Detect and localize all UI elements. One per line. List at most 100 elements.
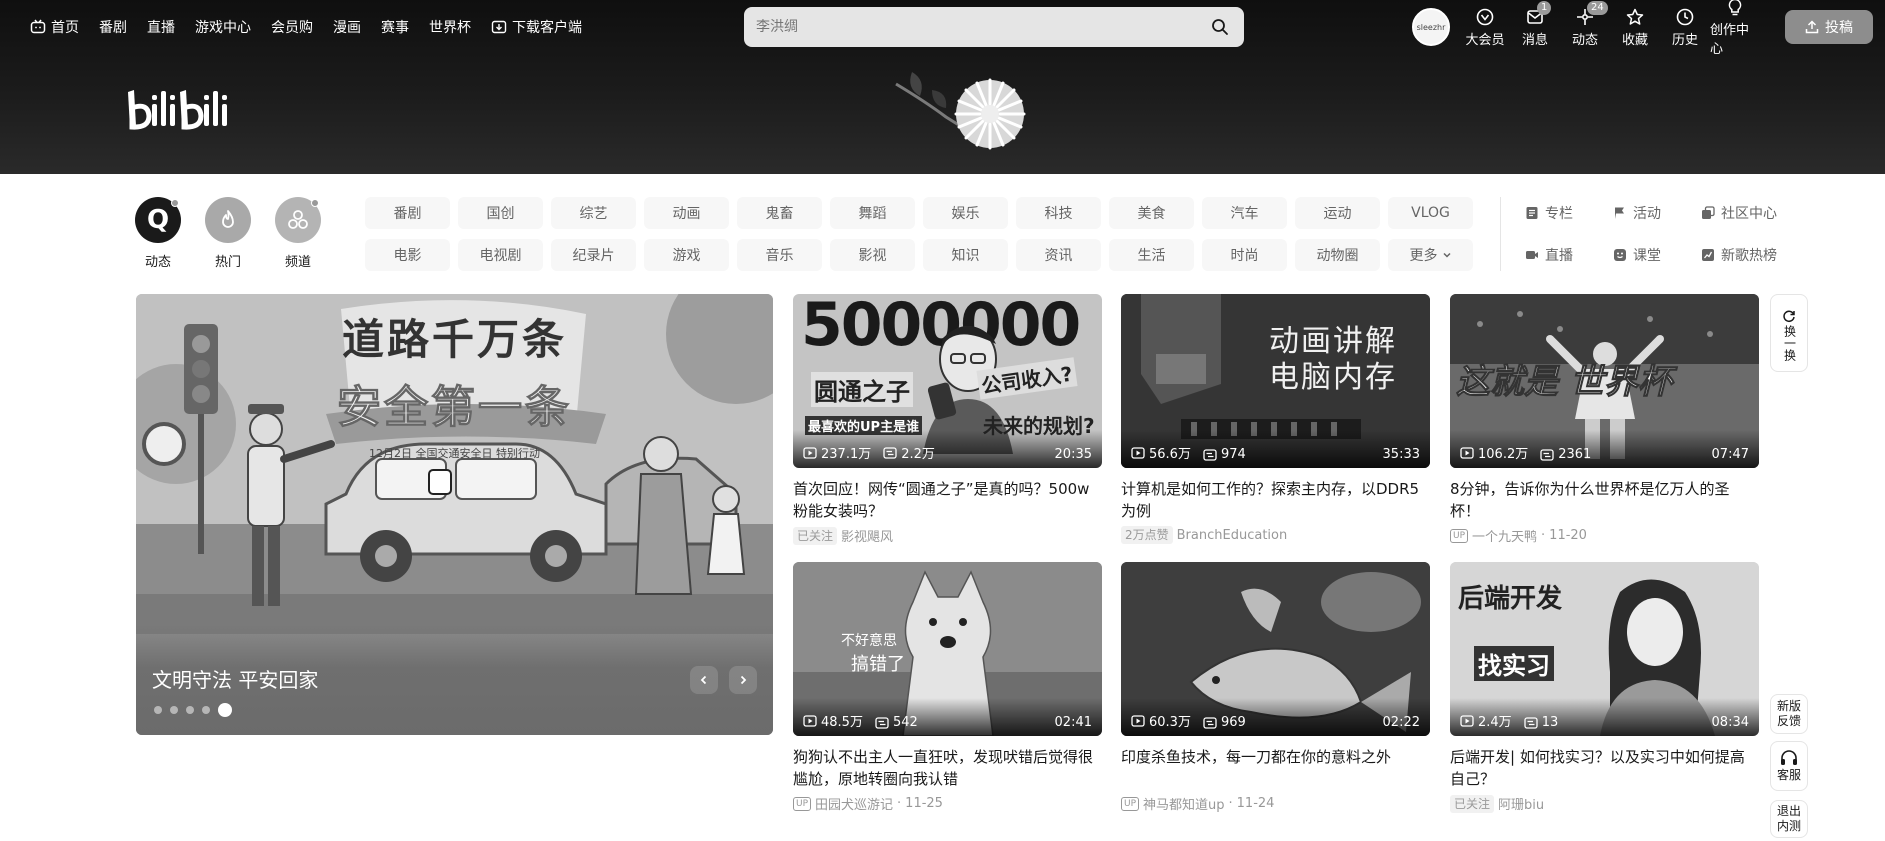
nav-creator-center[interactable]: 创作中心	[1710, 0, 1760, 57]
video-title[interactable]: 计算机是如何工作的？探索主内存，以DDR5为例	[1121, 478, 1430, 522]
video-title[interactable]: 8分钟，告诉你为什么世界杯是亿万人的圣杯！	[1450, 478, 1759, 522]
channel-item[interactable]: 影视	[830, 239, 915, 271]
video-author[interactable]: 一个九天鸭	[1472, 526, 1537, 545]
video-duration: 07:47	[1711, 447, 1749, 462]
exit-beta-button[interactable]: 退出内测	[1770, 800, 1808, 838]
carousel-dot-active[interactable]	[218, 703, 232, 717]
channel-item[interactable]: 汽车	[1202, 197, 1287, 229]
nav-bangumi[interactable]: 番剧	[89, 0, 137, 54]
nav-vip[interactable]: 大会员	[1460, 7, 1510, 48]
channel-item[interactable]: 动画	[644, 197, 729, 229]
channel-item[interactable]: 知识	[923, 239, 1008, 271]
nav-history[interactable]: 历史	[1660, 7, 1710, 48]
carousel-dot[interactable]	[202, 706, 210, 714]
video-thumbnail[interactable]: 这就是 世界杯 106.2万 2361 07:47	[1450, 294, 1759, 468]
nav-dynamic[interactable]: 24 动态	[1560, 0, 1610, 48]
refresh-button[interactable]: 换一换	[1770, 294, 1808, 372]
video-thumbnail[interactable]: 60.3万 969 02:22	[1121, 562, 1430, 736]
channel-item[interactable]: 舞蹈	[830, 197, 915, 229]
video-card[interactable]: 5000000 圆通之子 公司收入? 最喜欢的UP主是谁 未来的规划? 237.…	[793, 294, 1102, 545]
channel-item[interactable]: 番剧	[365, 197, 450, 229]
channel-item[interactable]: 游戏	[644, 239, 729, 271]
smile-icon	[1614, 249, 1626, 261]
channel-item[interactable]: 电影	[365, 239, 450, 271]
link-live[interactable]: 直播	[1525, 239, 1605, 271]
video-card[interactable]: 动画讲解 电脑内存 56.6万 974 35:33 计算机是如何工作的？探索主内…	[1121, 294, 1430, 544]
feedback-button[interactable]: 新版反馈	[1770, 694, 1808, 734]
link-community[interactable]: 社区中心	[1701, 197, 1801, 229]
nav-live[interactable]: 直播	[137, 0, 185, 54]
extra-label: 活动	[1633, 206, 1661, 222]
carousel-dot[interactable]	[170, 706, 178, 714]
nav-download-client[interactable]: 下载客户端	[481, 0, 592, 54]
video-author[interactable]: 影视飓风	[841, 526, 893, 545]
video-author[interactable]: 阿珊biu	[1498, 794, 1544, 813]
nav-match[interactable]: 赛事	[371, 0, 419, 54]
channel-item[interactable]: 美食	[1109, 197, 1194, 229]
carousel-title[interactable]: 文明守法 平安回家	[152, 664, 318, 693]
customer-service-button[interactable]: 客服	[1770, 741, 1808, 791]
video-card[interactable]: 不好意思 搞错了 48.5万 542 02:41 狗狗认不出主人一直狂吠，发现吠…	[793, 562, 1102, 813]
views-text: 60.3万	[1149, 715, 1191, 730]
channel-more[interactable]: 更多	[1388, 239, 1473, 271]
channel-item[interactable]: 国创	[458, 197, 543, 229]
thumb-caption: 找实习	[1474, 646, 1554, 681]
carousel-prev-button[interactable]	[690, 666, 718, 694]
nav-worldcup[interactable]: 世界杯	[419, 0, 481, 54]
video-card[interactable]: 这就是 世界杯 106.2万 2361 07:47 8分钟，告诉你为什么世界杯是…	[1450, 294, 1759, 545]
carousel-next-button[interactable]	[729, 666, 757, 694]
header-banner: 首页 番剧 直播 游戏中心 会员购 漫画 赛事 世界杯 下载客户端 sleezh…	[0, 0, 1885, 174]
search-button[interactable]	[1208, 15, 1232, 39]
channel-item[interactable]: 资讯	[1016, 239, 1101, 271]
nav-home[interactable]: 首页	[20, 0, 89, 54]
nav-game-center[interactable]: 游戏中心	[185, 0, 261, 54]
search-icon	[1212, 19, 1228, 35]
video-title[interactable]: 狗狗认不出主人一直狂吠，发现吠错后觉得很尴尬，原地转圈向我认错	[793, 746, 1102, 790]
carousel-dot[interactable]	[154, 706, 162, 714]
upload-button[interactable]: 投稿	[1785, 10, 1873, 44]
channel-item[interactable]: 鬼畜	[737, 197, 822, 229]
avatar[interactable]: sleezhr	[1412, 8, 1450, 46]
video-author[interactable]: 田园犬巡游记	[815, 794, 893, 813]
video-thumbnail[interactable]: 不好意思 搞错了 48.5万 542 02:41	[793, 562, 1102, 736]
quick-hot[interactable]: 热门	[198, 197, 258, 270]
channel-label: 纪录片	[572, 248, 615, 264]
view-count: 60.3万	[1131, 711, 1191, 730]
video-card[interactable]: 60.3万 969 02:22 印度杀鱼技术，每一刀都在你的意料之外 UP 神马…	[1121, 562, 1430, 813]
channel-item[interactable]: 科技	[1016, 197, 1101, 229]
video-thumbnail[interactable]: 5000000 圆通之子 公司收入? 最喜欢的UP主是谁 未来的规划? 237.…	[793, 294, 1102, 468]
search-input[interactable]	[756, 19, 1208, 35]
video-title[interactable]: 后端开发| 如何找实习？以及实习中如何提高自己？	[1450, 746, 1759, 790]
nav-favorites[interactable]: 收藏	[1610, 7, 1660, 48]
bilibili-logo[interactable]	[124, 86, 228, 134]
carousel-dot[interactable]	[186, 706, 194, 714]
channel-item[interactable]: 纪录片	[551, 239, 636, 271]
video-title[interactable]: 印度杀鱼技术，每一刀都在你的意料之外	[1121, 746, 1430, 790]
nav-shop[interactable]: 会员购	[261, 0, 323, 54]
quick-channel[interactable]: 频道	[268, 197, 328, 270]
nav-messages[interactable]: 1 消息	[1510, 0, 1560, 48]
channel-item[interactable]: 运动	[1295, 197, 1380, 229]
video-title[interactable]: 首次回应！网传“圆通之子”是真的吗？500w粉能女装吗？	[793, 478, 1102, 522]
channel-item[interactable]: 时尚	[1202, 239, 1287, 271]
link-activity[interactable]: 活动	[1613, 197, 1693, 229]
channel-item[interactable]: 综艺	[551, 197, 636, 229]
link-new-songs[interactable]: 新歌热榜	[1701, 239, 1801, 271]
quick-dynamic[interactable]: Q 动态	[128, 197, 188, 270]
video-author[interactable]: BranchEducation	[1177, 528, 1288, 543]
channel-item[interactable]: 生活	[1109, 239, 1194, 271]
video-thumbnail[interactable]: 动画讲解 电脑内存 56.6万 974 35:33	[1121, 294, 1430, 468]
banner-carousel[interactable]: 道路千万条 安全第一条 12月2日 全国交通安全日 特别行动 文明守法 平安回家	[136, 294, 773, 735]
nav-label: 游戏中心	[195, 20, 251, 36]
video-author[interactable]: 神马都知道up	[1143, 794, 1225, 813]
channel-item[interactable]: 电视剧	[458, 239, 543, 271]
channel-item[interactable]: 音乐	[737, 239, 822, 271]
nav-manga[interactable]: 漫画	[323, 0, 371, 54]
video-card[interactable]: 后端开发 找实习 2.4万 13 08:34 后端开发| 如何找实习？以及实习中…	[1450, 562, 1759, 813]
channel-item[interactable]: 动物圈	[1295, 239, 1380, 271]
link-course[interactable]: 课堂	[1613, 239, 1693, 271]
link-column[interactable]: 专栏	[1525, 197, 1605, 229]
video-thumbnail[interactable]: 后端开发 找实习 2.4万 13 08:34	[1450, 562, 1759, 736]
channel-item[interactable]: VLOG	[1388, 197, 1473, 229]
channel-item[interactable]: 娱乐	[923, 197, 1008, 229]
